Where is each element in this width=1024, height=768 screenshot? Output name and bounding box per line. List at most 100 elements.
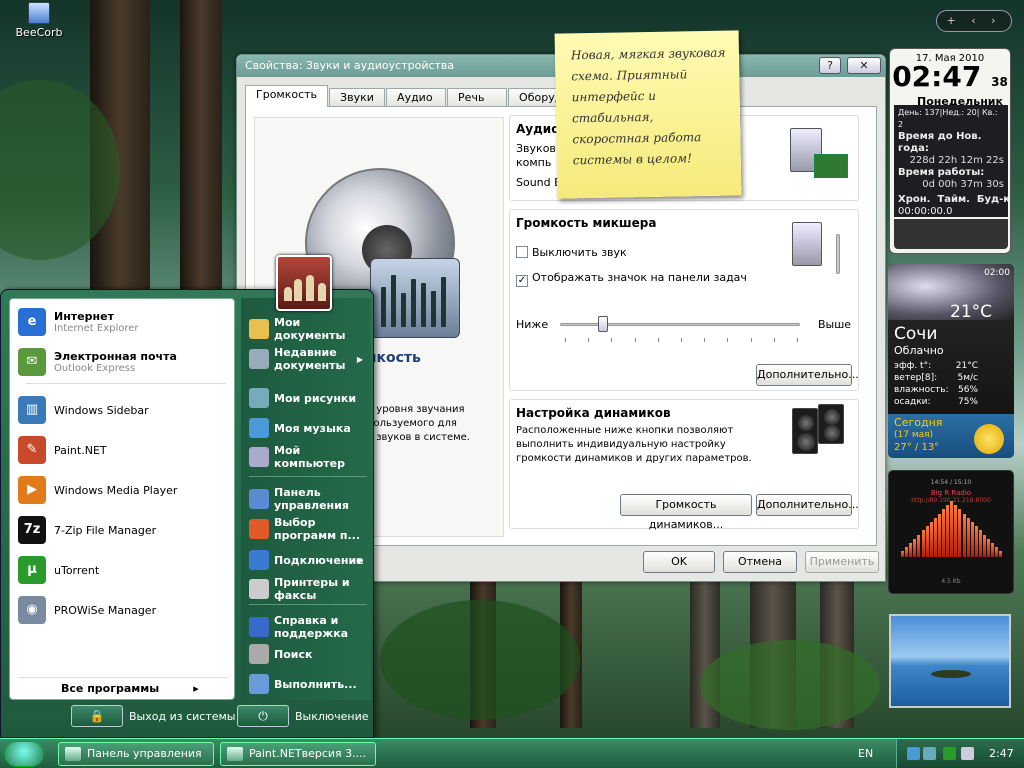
start-menu-place[interactable]: Мой компьютер	[249, 444, 369, 470]
equalizer-bar	[913, 538, 917, 557]
slider-tick	[681, 338, 682, 342]
start-menu-place-label: Панель управления	[274, 486, 349, 512]
island-photo	[931, 670, 971, 678]
start-menu-place-label: Мои рисунки	[274, 391, 357, 405]
start-menu-item[interactable]: 7z 7-Zip File Manager	[18, 513, 228, 547]
clock-tabs[interactable]: Хрон. Тайм. Буд-к	[898, 194, 1010, 206]
tray-icon-checkbox-row[interactable]: ✓ Отображать значок на панели задач	[516, 271, 747, 287]
mute-checkbox-row[interactable]: Выключить звук	[516, 246, 627, 259]
weather-gadget: 02:00 21°C Сочи Облачно эфф. t°: 21°C вете…	[888, 264, 1014, 458]
mixer-mini-slider[interactable]	[836, 234, 840, 274]
slideshow-gadget[interactable]	[889, 614, 1011, 708]
sticky-note[interactable]: Новая, мягкая звуковая схема. Приятный и…	[554, 30, 742, 199]
start-menu-item[interactable]: ▶ Windows Media Player	[18, 473, 228, 507]
equalizer-bar	[950, 501, 954, 557]
background-foliage	[700, 640, 880, 730]
ok-button[interactable]: OK	[643, 551, 715, 573]
taskbar-item-label: Paint.NETверсия 3....	[249, 747, 367, 760]
sidebar-controls[interactable]: + ‹ ›	[936, 10, 1012, 32]
volume-slider-track[interactable]	[560, 323, 800, 326]
slider-tick	[727, 338, 729, 342]
start-menu-place-label: Выбор программ п...	[274, 516, 361, 542]
cancel-button[interactable]: Отмена	[723, 551, 797, 573]
equalizer-bar	[999, 551, 1003, 557]
arrow-right-icon: ▸	[193, 682, 199, 695]
start-menu-item[interactable]: ◉ PROWiSe Manager	[18, 593, 228, 627]
apply-button[interactable]: Применить	[805, 551, 879, 573]
weather-detail-label: осадки:	[894, 397, 931, 407]
start-menu-place-label: Недавние документы	[274, 346, 346, 372]
mixer-advanced-button[interactable]: Дополнительно...	[756, 364, 859, 386]
taskbar-item-paint-net[interactable]: Paint.NETверсия 3....	[220, 742, 376, 766]
control-panel-icon	[249, 489, 269, 509]
mute-checkbox[interactable]	[516, 246, 528, 258]
user-avatar[interactable]	[276, 255, 332, 311]
tab-audio[interactable]: Аудио	[386, 88, 447, 107]
help-button[interactable]: ?	[819, 57, 841, 74]
equalizer-bar	[942, 509, 945, 557]
clock-info-panel: День: 137|Нед.: 20| Кв.: 2 Время до Нов.…	[894, 105, 1010, 217]
volume-slider-thumb[interactable]	[598, 316, 609, 332]
seven-zip-icon: 7z	[18, 516, 46, 544]
control-panel-icon	[65, 747, 81, 761]
weather-detail-label: влажность:	[894, 385, 949, 395]
start-menu-place[interactable]: Панель управления	[249, 486, 369, 512]
weather-detail-value: 21°C	[955, 361, 978, 371]
language-indicator[interactable]: EN	[858, 747, 873, 760]
equalizer-bar	[933, 517, 937, 557]
start-menu-place-label: Мои документы	[274, 316, 346, 342]
start-menu-item[interactable]: e Интернет Internet Explorer	[18, 305, 228, 339]
shutdown-button[interactable]: ⏻ Выключение	[237, 705, 369, 727]
desktop-icon-beecorb[interactable]: BeeCorb	[12, 2, 66, 39]
start-menu-place[interactable]: Мои рисунки	[249, 388, 369, 408]
paint-net-icon: ✎	[18, 436, 46, 464]
start-menu-place[interactable]: Моя музыка	[249, 418, 369, 438]
radio-gadget[interactable]: 14:54 / 15:10 Big R Radio http://80.190.…	[888, 470, 1014, 594]
radio-bitrate: 4.5 Kb	[941, 578, 961, 585]
utorrent-tray-icon[interactable]	[943, 747, 956, 760]
tab-sounds[interactable]: Звуки	[329, 88, 386, 107]
equalizer-bar	[946, 505, 950, 557]
start-menu-place[interactable]: Выполнить...	[249, 674, 369, 694]
start-menu-place[interactable]: Справка и поддержка	[249, 614, 369, 640]
uptime-value: 0d 00h 37m 30s	[922, 179, 1004, 190]
network-icon[interactable]	[907, 747, 920, 760]
chronometer-value: 00:00:00.0	[898, 206, 953, 217]
media-player-icon: ▶	[18, 476, 46, 504]
tab-speech[interactable]: Речь	[447, 88, 508, 107]
start-menu-place[interactable]: Подключение ▶	[249, 550, 369, 570]
start-menu-place[interactable]: Мои документы	[249, 316, 369, 342]
logoff-button[interactable]: 🔒 Выход из системы	[71, 705, 235, 727]
equalizer-bar	[929, 522, 933, 557]
recent-documents-icon	[249, 349, 269, 369]
equalizer-bar	[905, 547, 909, 557]
start-menu-place[interactable]: Недавние документы ▶	[249, 346, 369, 372]
uptime-label: Время работы:	[898, 167, 985, 178]
clock-control-bar[interactable]	[894, 219, 1008, 249]
taskbar-item-control-panel[interactable]: Панель управления	[58, 742, 214, 766]
start-menu-place[interactable]: Выбор программ п...	[249, 516, 369, 542]
speaker-advanced-button[interactable]: Дополнительно...	[756, 494, 859, 516]
start-menu-item[interactable]: µ uTorrent	[18, 553, 228, 587]
volume-icon[interactable]	[961, 747, 974, 760]
tray-clock[interactable]: 2:47	[989, 747, 1014, 760]
tab-volume[interactable]: Громкость	[245, 85, 329, 107]
start-button[interactable]	[4, 741, 44, 767]
close-button[interactable]: ✕	[847, 57, 881, 74]
all-programs-button[interactable]: Все программы ▸	[18, 677, 228, 701]
tray-icon-checkbox[interactable]: ✓	[516, 275, 528, 287]
start-menu-item[interactable]: ✉ Электронная почта Outlook Express	[18, 345, 228, 379]
display-icon[interactable]	[923, 747, 936, 760]
submenu-arrow-icon: ▶	[356, 555, 363, 565]
start-menu-item[interactable]: ▥ Windows Sidebar	[18, 393, 228, 427]
start-menu-programs: Все программы ▸ e Интернет Internet Explore…	[9, 298, 235, 700]
start-menu-item-label: Электронная почта	[54, 350, 177, 363]
start-menu-place[interactable]: Поиск	[249, 644, 369, 664]
start-menu-item[interactable]: ✎ Paint.NET	[18, 433, 228, 467]
utorrent-icon: µ	[18, 556, 46, 584]
slider-tick	[797, 338, 798, 342]
start-menu-item-sublabel: Internet Explorer	[54, 323, 139, 334]
speaker-volume-button[interactable]: Громкость динамиков...	[620, 494, 752, 531]
start-menu-place[interactable]: Принтеры и факсы	[249, 576, 369, 602]
start-menu-place-label: Моя музыка	[274, 421, 351, 435]
